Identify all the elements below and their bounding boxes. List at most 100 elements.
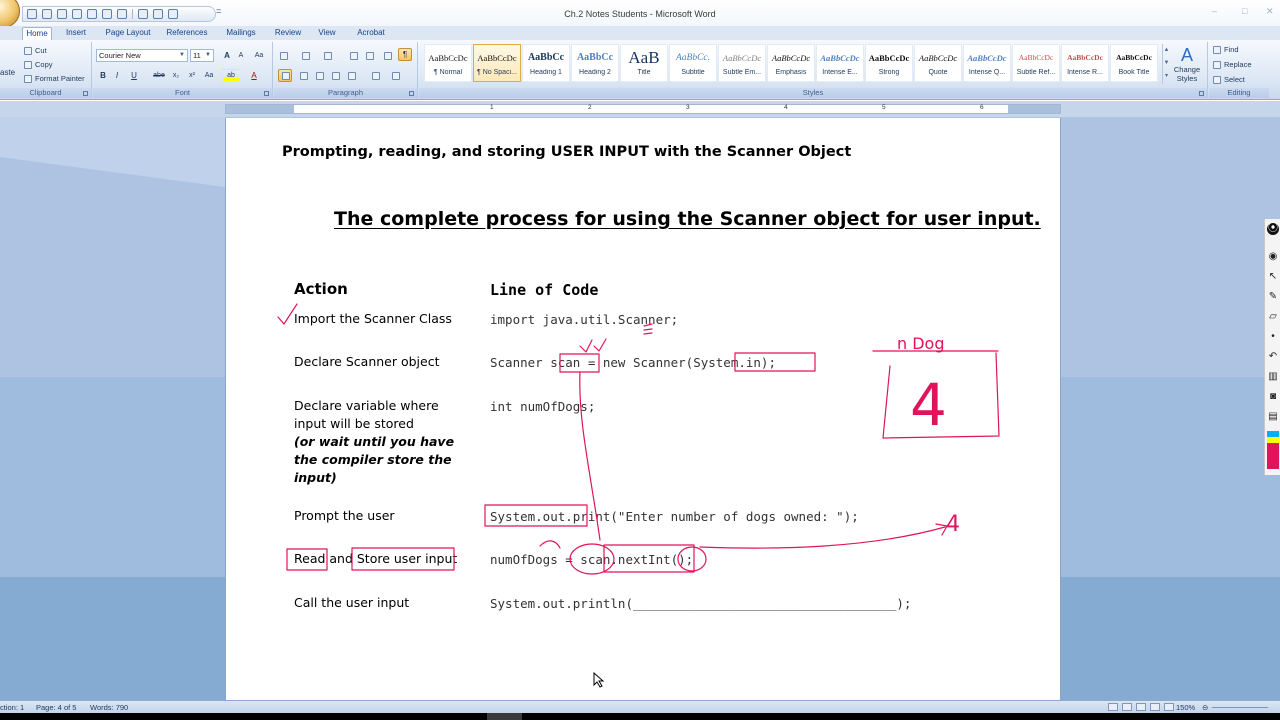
style-sample: AaBbCcDc — [868, 53, 910, 63]
font-size-combo[interactable]: 11 ▼ — [190, 49, 214, 62]
align-center-icon[interactable] — [300, 72, 308, 80]
style-subtle-emphasis[interactable]: AaBbCcDc Subtle Em... — [718, 44, 766, 82]
style-subtitle[interactable]: AaBbCc. Subtitle — [669, 44, 717, 82]
tab-insert[interactable]: Insert — [62, 27, 90, 40]
numbering-icon[interactable] — [302, 52, 310, 60]
tab-review[interactable]: Review — [272, 27, 304, 40]
zoom-out-icon[interactable]: ⊖ — [1202, 703, 1208, 712]
line-spacing-icon[interactable] — [348, 72, 356, 80]
trash-icon[interactable]: ▥ — [1267, 371, 1279, 383]
style-strong[interactable]: AaBbCcDc Strong — [865, 44, 913, 82]
style-name: Intense Q... — [968, 69, 1006, 76]
shrink-font-button[interactable]: A — [235, 49, 247, 62]
minimize-button[interactable]: – — [1212, 6, 1217, 16]
zoom-slider[interactable] — [1212, 707, 1268, 708]
pen-icon[interactable]: ✎ — [1267, 291, 1279, 303]
clipboard-icon[interactable]: ▤ — [1267, 411, 1279, 423]
decrease-indent-icon[interactable] — [350, 52, 358, 60]
align-left-button[interactable] — [278, 69, 292, 82]
bold-button[interactable]: B — [97, 69, 109, 82]
cut-button[interactable]: Cut — [24, 46, 47, 55]
underline-button[interactable]: U — [127, 69, 141, 82]
highlighter-icon[interactable]: ▱ — [1267, 311, 1279, 323]
font-name-combo[interactable]: Courier New ▼ — [96, 49, 188, 62]
increase-indent-icon[interactable] — [366, 52, 374, 60]
pointer-icon[interactable]: ↖ — [1267, 271, 1279, 283]
camera-icon[interactable]: ◙ — [1267, 391, 1279, 403]
change-styles-button[interactable]: A Change Styles — [1172, 42, 1202, 86]
font-color-button[interactable]: A — [247, 69, 261, 82]
dialog-launcher-icon[interactable] — [83, 91, 88, 96]
style-subtle-reference[interactable]: AaBbCcDc Subtle Ref... — [1012, 44, 1060, 82]
highlight-button[interactable]: ab — [223, 69, 239, 82]
sort-icon[interactable] — [384, 52, 392, 60]
color-magenta-swatch[interactable] — [1267, 443, 1279, 469]
multilevel-list-icon[interactable] — [324, 52, 332, 60]
outline-view-icon[interactable] — [1150, 703, 1160, 711]
draft-view-icon[interactable] — [1164, 703, 1174, 711]
style-emphasis[interactable]: AaBbCcDc Emphasis — [767, 44, 815, 82]
close-button[interactable]: ✕ — [1266, 6, 1274, 17]
borders-icon[interactable] — [392, 72, 400, 80]
dot-icon[interactable]: • — [1267, 331, 1279, 343]
style-no-spacing[interactable]: AaBbCcDc ¶ No Spaci... — [473, 44, 521, 82]
format-painter-button[interactable]: Format Painter — [24, 74, 85, 83]
style-intense-emphasis[interactable]: AaBbCcDc Intense E... — [816, 44, 864, 82]
bullets-icon[interactable] — [280, 52, 288, 60]
subscript-button[interactable]: x₂ — [169, 69, 183, 82]
dialog-launcher-icon[interactable] — [1199, 91, 1204, 96]
horizontal-ruler[interactable]: 1 2 3 4 5 6 — [225, 104, 1061, 114]
italic-button[interactable]: I — [111, 69, 123, 82]
print-layout-view-icon[interactable] — [1108, 703, 1118, 711]
zoom-level[interactable]: 150% — [1176, 703, 1195, 712]
tab-mailings[interactable]: Mailings — [222, 27, 260, 40]
copy-button[interactable]: Copy — [24, 60, 53, 69]
tab-page-layout[interactable]: Page Layout — [102, 27, 154, 40]
grow-font-button[interactable]: A — [221, 49, 233, 62]
pen-logo-icon[interactable]: ⦿ — [1267, 223, 1279, 235]
web-layout-view-icon[interactable] — [1136, 703, 1146, 711]
style-quote[interactable]: AaBbCcDc Quote — [914, 44, 962, 82]
justify-icon[interactable] — [332, 72, 340, 80]
style-title[interactable]: AaB Title — [620, 44, 668, 82]
clear-format-button[interactable]: Aa — [251, 49, 267, 62]
word-count[interactable]: Words: 790 — [90, 703, 128, 712]
dialog-launcher-icon[interactable] — [409, 91, 414, 96]
style-intense-quote[interactable]: AaBbCcDc Intense Q... — [963, 44, 1011, 82]
select-button[interactable]: Select — [1213, 75, 1245, 84]
window-title: Ch.2 Notes Students - Microsoft Word — [564, 9, 716, 19]
change-case-button[interactable]: Aa — [201, 69, 217, 82]
tab-home[interactable]: Home — [22, 27, 52, 40]
find-button[interactable]: Find — [1213, 45, 1239, 54]
style-book-title[interactable]: AaBbCcDc Book Title — [1110, 44, 1158, 82]
eye-icon[interactable]: ◉ — [1267, 251, 1279, 263]
tab-references[interactable]: References — [164, 27, 210, 40]
shading-icon[interactable] — [372, 72, 380, 80]
action-prompt: Prompt the user — [294, 508, 395, 523]
page-indicator[interactable]: Page: 4 of 5 — [36, 703, 76, 712]
align-right-icon[interactable] — [316, 72, 324, 80]
style-intense-reference[interactable]: AaBbCcDc Intense R... — [1061, 44, 1109, 82]
gallery-scroll[interactable]: ▲ ▼ ▾ — [1162, 44, 1170, 84]
maximize-button[interactable]: □ — [1242, 6, 1247, 16]
style-heading-1[interactable]: AaBbCc Heading 1 — [522, 44, 570, 82]
tab-acrobat[interactable]: Acrobat — [352, 27, 390, 40]
strikethrough-button[interactable]: abe — [151, 69, 167, 82]
change-styles-label: Change Styles — [1173, 65, 1201, 83]
dialog-launcher-icon[interactable] — [264, 91, 269, 96]
document-page[interactable]: Prompting, reading, and storing USER INP… — [225, 118, 1061, 700]
full-screen-view-icon[interactable] — [1122, 703, 1132, 711]
tab-view[interactable]: View — [314, 27, 340, 40]
style-heading-2[interactable]: AaBbCc Heading 2 — [571, 44, 619, 82]
taskbar-item[interactable] — [487, 713, 522, 720]
show-marks-button[interactable]: ¶ — [398, 48, 412, 61]
superscript-button[interactable]: x² — [185, 69, 199, 82]
document-title: The complete process for using the Scann… — [334, 208, 1041, 230]
undo-icon[interactable]: ↶ — [1267, 351, 1279, 363]
style-normal[interactable]: AaBbCcDc ¶ Normal — [424, 44, 472, 82]
replace-button[interactable]: Replace — [1213, 60, 1252, 69]
paste-label[interactable]: aste — [0, 68, 15, 77]
action-read-store: Read and Store user input — [294, 551, 458, 566]
section-indicator[interactable]: ction: 1 — [0, 703, 24, 712]
editing-group-label: Editing — [1209, 88, 1269, 98]
